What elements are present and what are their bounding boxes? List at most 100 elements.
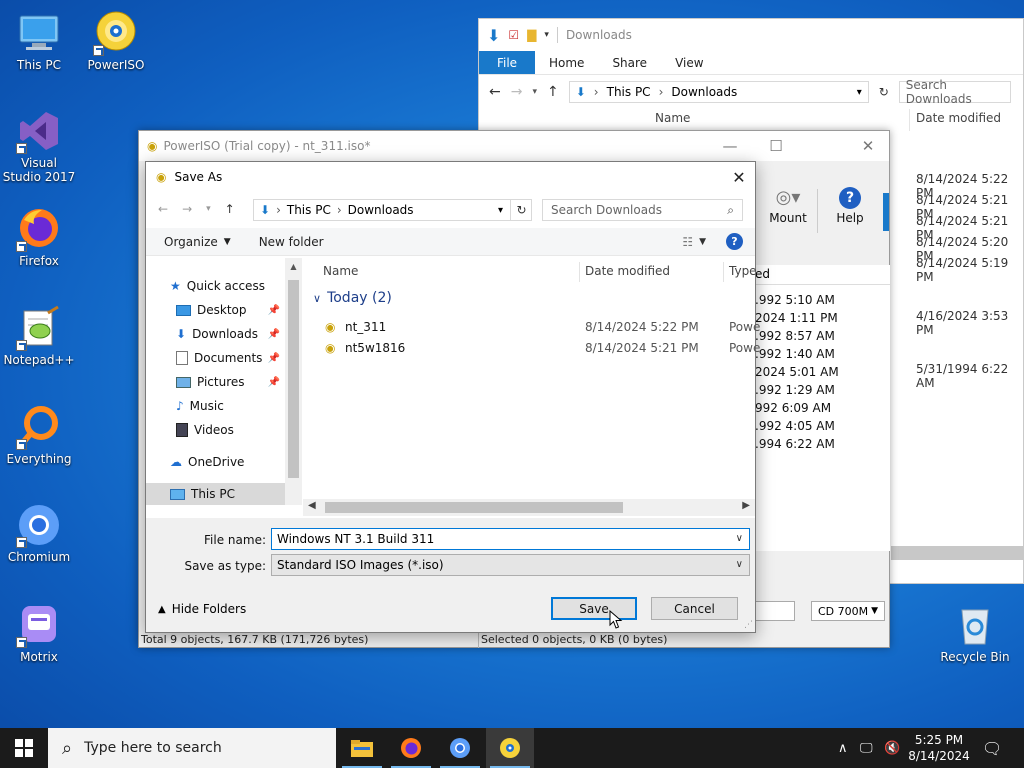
nav-desktop[interactable]: Desktop 📌 <box>176 299 286 321</box>
back-arrow-icon[interactable]: ← <box>158 202 168 216</box>
tab-share[interactable]: Share <box>598 51 661 74</box>
cd-size-select[interactable]: CD 700M ▼ <box>811 601 885 621</box>
up-arrow-icon[interactable]: ↑ <box>547 84 559 100</box>
dialog-search-box[interactable]: Search Downloads ⌕ <box>542 199 743 221</box>
column-date-modified[interactable]: Date modified <box>585 258 670 284</box>
scroll-left-arrow-icon[interactable]: ◀ <box>308 500 316 511</box>
desktop-icon-visual-studio[interactable]: Visual Studio 2017 <box>1 108 77 184</box>
nav-music[interactable]: ♪ Music <box>176 395 286 417</box>
forward-arrow-icon[interactable]: → <box>511 84 523 100</box>
column-date-modified[interactable]: Date modified <box>916 111 1001 125</box>
nav-onedrive[interactable]: ☁ OneDrive <box>170 451 286 473</box>
tray-network[interactable]: 🖵 <box>860 728 873 768</box>
file-row[interactable]: ◉ nt_311 8/14/2024 5:22 PM Powe <box>303 317 760 338</box>
desktop-icon-notepadpp[interactable]: Notepad++ <box>1 305 77 367</box>
cancel-button[interactable]: Cancel <box>651 597 738 620</box>
view-options-button[interactable]: ☷ ▼ <box>672 228 716 255</box>
tab-file[interactable]: File <box>479 51 535 74</box>
dialog-close-button[interactable]: ✕ <box>723 162 755 192</box>
pin-icon[interactable]: 📌 <box>268 353 280 364</box>
minimize-button[interactable]: — <box>707 131 753 161</box>
desktop-icon-recycle-bin[interactable]: Recycle Bin <box>937 602 1013 664</box>
desktop-icon-this-pc[interactable]: This PC <box>1 10 77 72</box>
breadcrumb-downloads[interactable]: Downloads <box>671 85 737 99</box>
nav-this-pc[interactable]: This PC <box>146 483 285 505</box>
taskbar-search-box[interactable]: ⌕ Type here to search <box>48 728 336 768</box>
group-header-today[interactable]: ∨ Today (2) <box>313 290 392 306</box>
organize-button[interactable]: Organize ▼ <box>146 228 241 255</box>
pin-icon[interactable]: 📌 <box>268 377 280 388</box>
resize-grip-icon[interactable]: ⋰ <box>744 620 753 630</box>
dialog-title-bar[interactable]: ◉ Save As <box>146 162 755 192</box>
taskbar-file-explorer[interactable] <box>338 728 386 768</box>
close-button[interactable]: ✕ <box>845 131 891 161</box>
breadcrumb-downloads[interactable]: Downloads <box>348 203 414 217</box>
pin-icon[interactable]: 📌 <box>268 329 280 340</box>
nav-quick-access[interactable]: ★ Quick access <box>170 275 286 297</box>
column-type[interactable]: Type <box>729 258 757 284</box>
chevron-down-icon[interactable]: ▾ <box>857 87 862 98</box>
taskbar-poweriso[interactable] <box>486 728 534 768</box>
taskbar-clock[interactable]: 5:25 PM 8/14/2024 <box>900 732 978 764</box>
start-button[interactable] <box>0 728 48 768</box>
hide-folders-button[interactable]: ▲ Hide Folders <box>158 602 246 616</box>
explorer-title-bar[interactable]: ⬇ ☑ ▇ ▾ Downloads <box>479 19 1023 51</box>
chevron-down-icon[interactable]: ∨ <box>736 533 743 544</box>
refresh-icon[interactable]: ↻ <box>879 85 889 99</box>
chevron-down-icon[interactable]: ▾ <box>532 87 537 97</box>
navigation-pane[interactable]: ★ Quick access Desktop 📌 ⬇ Downloads 📌 D… <box>146 258 301 508</box>
scroll-right-arrow-icon[interactable]: ▶ <box>742 500 750 511</box>
forward-arrow-icon[interactable]: → <box>182 202 192 216</box>
dialog-address-bar[interactable]: ⬇ › This PC › Downloads ▾ <box>253 199 532 221</box>
poweriso-file-list[interactable]: ed .992 5:10 AM 2024 1:11 PM .992 8:57 A… <box>755 265 890 551</box>
file-list-pane[interactable]: Name Date modified Type ∨ Today (2) ◉ nt… <box>303 258 760 518</box>
save-as-dialog[interactable]: ◉ Save As ✕ ← → ▾ ↑ ⬇ › This PC › Downlo… <box>145 161 760 633</box>
column-name[interactable]: Name <box>655 111 690 125</box>
save-type-select[interactable]: Standard ISO Images (*.iso) ∨ <box>271 554 750 576</box>
nav-downloads[interactable]: ⬇ Downloads 📌 <box>176 323 286 345</box>
tab-home[interactable]: Home <box>535 51 598 74</box>
explorer-scrollbar[interactable] <box>891 546 1024 560</box>
dialog-help-button[interactable]: ? <box>716 228 755 255</box>
column-name[interactable]: Name <box>323 258 358 284</box>
tab-view[interactable]: View <box>661 51 717 74</box>
maximize-button[interactable]: ☐ <box>753 131 799 161</box>
scrollbar-thumb[interactable] <box>288 280 299 478</box>
explorer-address-bar[interactable]: ⬇ › This PC › Downloads ▾ <box>568 81 869 103</box>
pin-icon[interactable]: 📌 <box>268 305 280 316</box>
refresh-button[interactable]: ↻ <box>510 199 532 221</box>
desktop-icon-chromium[interactable]: Chromium <box>1 502 77 564</box>
help-button[interactable]: ? Help <box>820 187 880 237</box>
back-arrow-icon[interactable]: ← <box>489 84 501 100</box>
tray-show-hidden[interactable]: ∧ <box>838 728 848 768</box>
explorer-search-box[interactable]: Search Downloads <box>898 78 1011 106</box>
nav-pane-scrollbar[interactable]: ▲ <box>285 258 302 505</box>
file-name-input[interactable]: Windows NT 3.1 Build 311 ∨ <box>271 528 750 550</box>
chevron-down-icon[interactable]: ▾ <box>544 30 549 40</box>
scrollbar-thumb[interactable] <box>325 502 623 513</box>
chevron-down-icon[interactable]: ▾ <box>206 204 211 214</box>
scroll-up-arrow-icon[interactable]: ▲ <box>285 258 302 271</box>
chevron-down-icon[interactable]: ▾ <box>498 205 503 216</box>
file-pane-scrollbar[interactable]: ◀ ▶ <box>303 499 755 516</box>
nav-pictures[interactable]: Pictures 📌 <box>176 371 286 393</box>
taskbar-chromium[interactable] <box>436 728 484 768</box>
folder-icon[interactable]: ▇ <box>527 28 536 42</box>
desktop-icon-everything[interactable]: Everything <box>1 404 77 466</box>
mount-button[interactable]: ◎▾ Mount <box>758 187 818 237</box>
breadcrumb-this-pc[interactable]: This PC <box>287 203 331 217</box>
breadcrumb-this-pc[interactable]: This PC <box>607 85 651 99</box>
new-folder-button[interactable]: New folder <box>241 228 334 255</box>
taskbar-firefox[interactable] <box>387 728 435 768</box>
save-button[interactable]: Save <box>551 597 637 620</box>
properties-icon[interactable]: ☑ <box>508 28 519 42</box>
tray-notifications[interactable]: 🗨 <box>982 728 1002 768</box>
file-row[interactable]: ◉ nt5w1816 8/14/2024 5:21 PM Powe <box>303 338 760 359</box>
desktop-icon-poweriso[interactable]: PowerISO <box>78 10 154 72</box>
tray-volume[interactable]: 🔇 <box>884 728 900 768</box>
desktop-icon-firefox[interactable]: Firefox <box>1 206 77 268</box>
nav-documents[interactable]: Documents 📌 <box>176 347 286 369</box>
desktop-icon-motrix[interactable]: Motrix <box>1 602 77 664</box>
up-arrow-icon[interactable]: ↑ <box>225 202 235 216</box>
nav-videos[interactable]: Videos <box>176 419 286 441</box>
